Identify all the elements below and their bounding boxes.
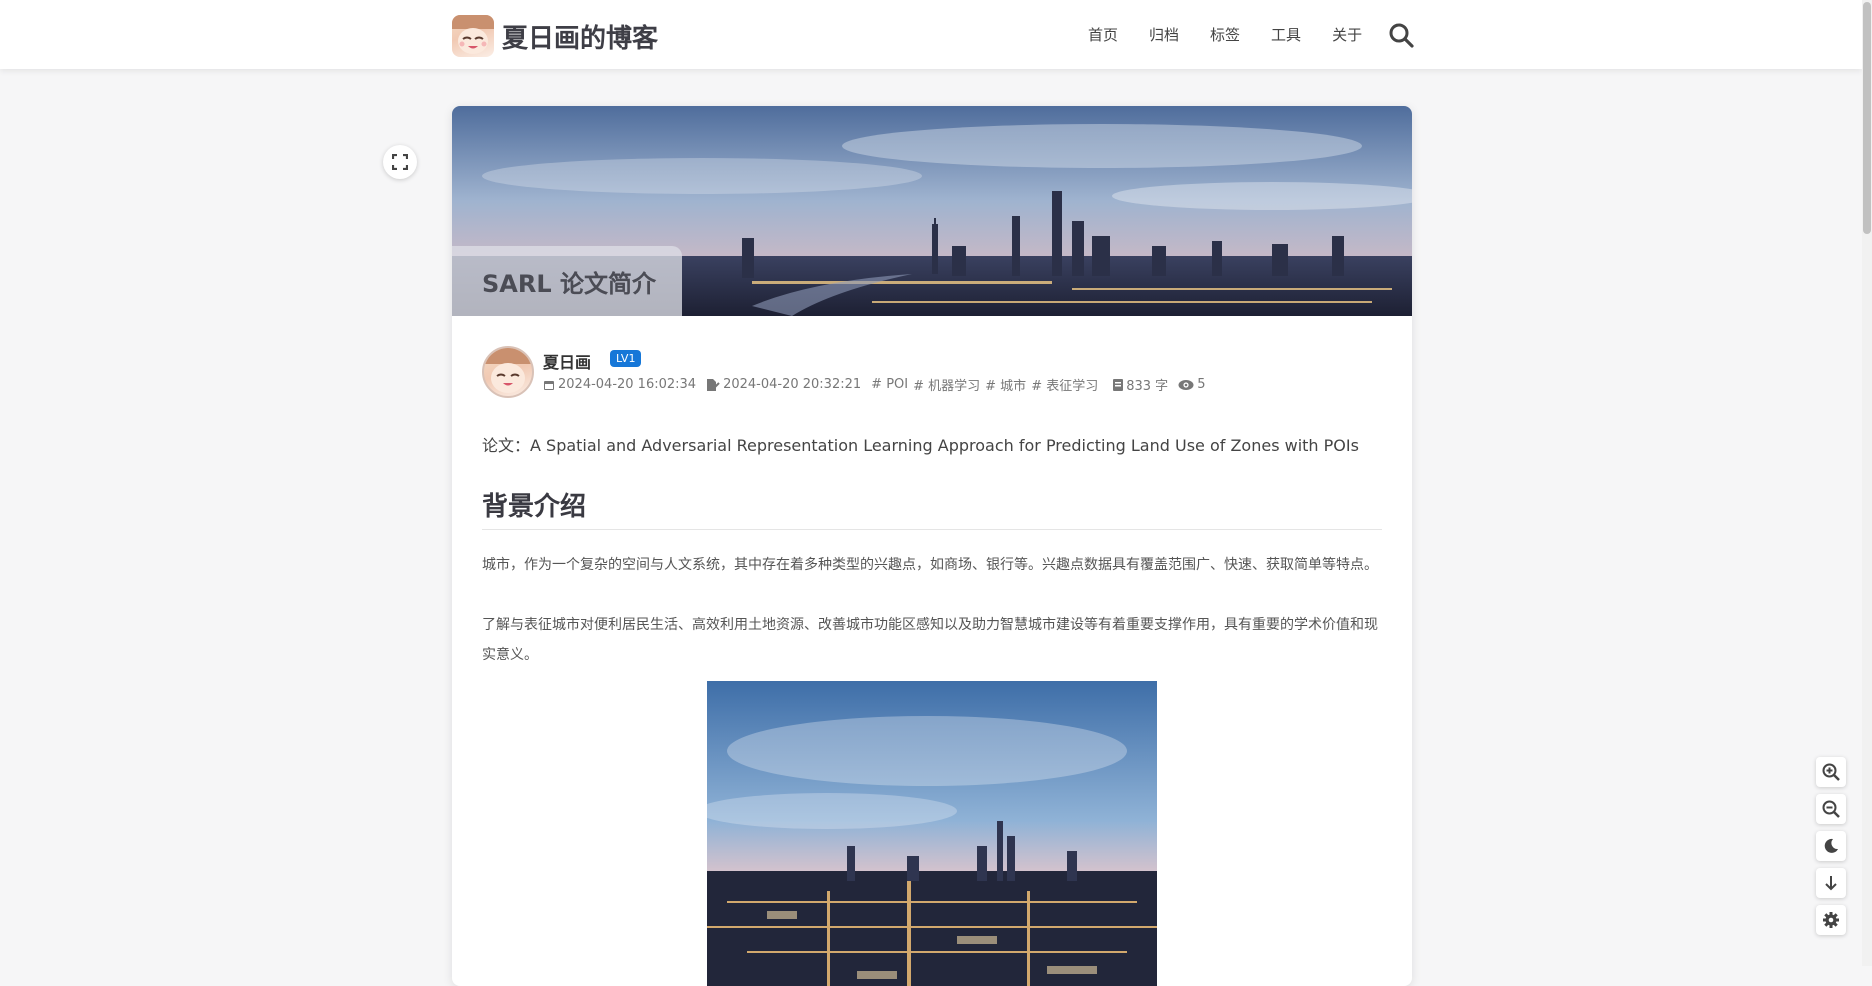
tag-list: # POI # 机器学习 # 城市 # 表征学习 <box>871 375 1103 394</box>
tag-ml-label: 机器学习 <box>928 379 981 394</box>
tag-representation[interactable]: # 表征学习 <box>1031 375 1098 394</box>
created-date: 2024-04-20 16:02:34 <box>543 377 696 392</box>
arrow-down-icon <box>1825 876 1837 891</box>
tag-poi[interactable]: # POI <box>871 377 908 392</box>
fullscreen-icon <box>392 154 408 170</box>
nav-home[interactable]: 首页 <box>1088 24 1118 45</box>
post-banner-image: SARL 论文简介 <box>452 106 1412 316</box>
post-card: SARL 论文简介 夏日画 LV1 2024-04-20 16:02:34 20… <box>452 106 1412 986</box>
created-date-text: 2024-04-20 16:02:34 <box>558 377 697 392</box>
tag-city-label: 城市 <box>1000 379 1027 394</box>
tag-representation-label: 表征学习 <box>1046 379 1099 394</box>
view-count: 5 <box>1178 377 1205 392</box>
document-icon <box>1113 378 1124 391</box>
site-logo-link[interactable]: 夏日画的博客 <box>452 15 658 57</box>
section-heading: 背景介绍 <box>482 486 1382 530</box>
main-nav: 首页 归档 标签 工具 关于 <box>1088 24 1393 45</box>
top-header: 夏日画的博客 首页 归档 标签 工具 关于 <box>0 0 1862 69</box>
page-scrollbar[interactable] <box>1862 0 1872 966</box>
meta-line: 2024-04-20 16:02:34 2024-04-20 20:32:21 … <box>543 375 1215 394</box>
paragraph-2: 了解与表征城市对便利居民生活、高效利用土地资源、改善城市功能区感知以及助力智慧城… <box>482 617 1378 663</box>
eye-icon <box>1178 379 1194 390</box>
author-avatar[interactable] <box>482 346 534 398</box>
edit-file-icon <box>707 378 720 391</box>
nav-tags[interactable]: 标签 <box>1210 24 1240 45</box>
zoom-out-button[interactable] <box>1816 794 1846 824</box>
tag-ml[interactable]: # 机器学习 <box>913 375 980 394</box>
author-name[interactable]: 夏日画 <box>543 349 591 373</box>
zoom-in-icon <box>1822 763 1840 781</box>
zoom-in-button[interactable] <box>1816 757 1846 787</box>
gear-icon <box>1823 912 1839 928</box>
article-city-image[interactable] <box>707 681 1157 986</box>
moon-icon <box>1824 838 1838 853</box>
tag-city[interactable]: # 城市 <box>985 375 1026 394</box>
word-count: 833 字 <box>1113 375 1168 394</box>
nav-archive[interactable]: 归档 <box>1149 24 1179 45</box>
paragraph-1: 城市，作为一个复杂的空间与人文系统，其中存在着多种类型的兴趣点，如商场、银行等。… <box>482 557 1378 573</box>
scroll-down-button[interactable] <box>1816 868 1846 898</box>
paper-title-line: 论文：A Spatial and Adversarial Representat… <box>482 436 1359 455</box>
post-title: SARL 论文简介 <box>482 269 656 298</box>
fullscreen-button[interactable] <box>383 145 417 179</box>
view-count-text: 5 <box>1197 377 1206 392</box>
search-icon[interactable] <box>1388 22 1414 48</box>
post-meta: 夏日画 LV1 2024-04-20 16:02:34 2024-04-20 2… <box>482 346 1382 398</box>
site-title[interactable]: 夏日画的博客 <box>502 18 658 55</box>
dark-mode-button[interactable] <box>1816 831 1846 861</box>
post-title-box: SARL 论文简介 <box>452 246 682 316</box>
scrollbar-thumb[interactable] <box>1863 2 1871 234</box>
zoom-out-icon <box>1822 800 1840 818</box>
calendar-icon <box>544 380 554 390</box>
updated-date-text: 2024-04-20 20:32:21 <box>723 377 862 392</box>
updated-date: 2024-04-20 20:32:21 <box>706 377 861 392</box>
word-count-text: 833 字 <box>1126 379 1169 394</box>
nav-tools[interactable]: 工具 <box>1271 24 1301 45</box>
settings-button[interactable] <box>1816 905 1846 935</box>
tag-poi-label: POI <box>886 377 909 392</box>
nav-about[interactable]: 关于 <box>1332 24 1362 45</box>
site-logo-avatar <box>452 15 494 57</box>
level-badge: LV1 <box>610 350 642 367</box>
